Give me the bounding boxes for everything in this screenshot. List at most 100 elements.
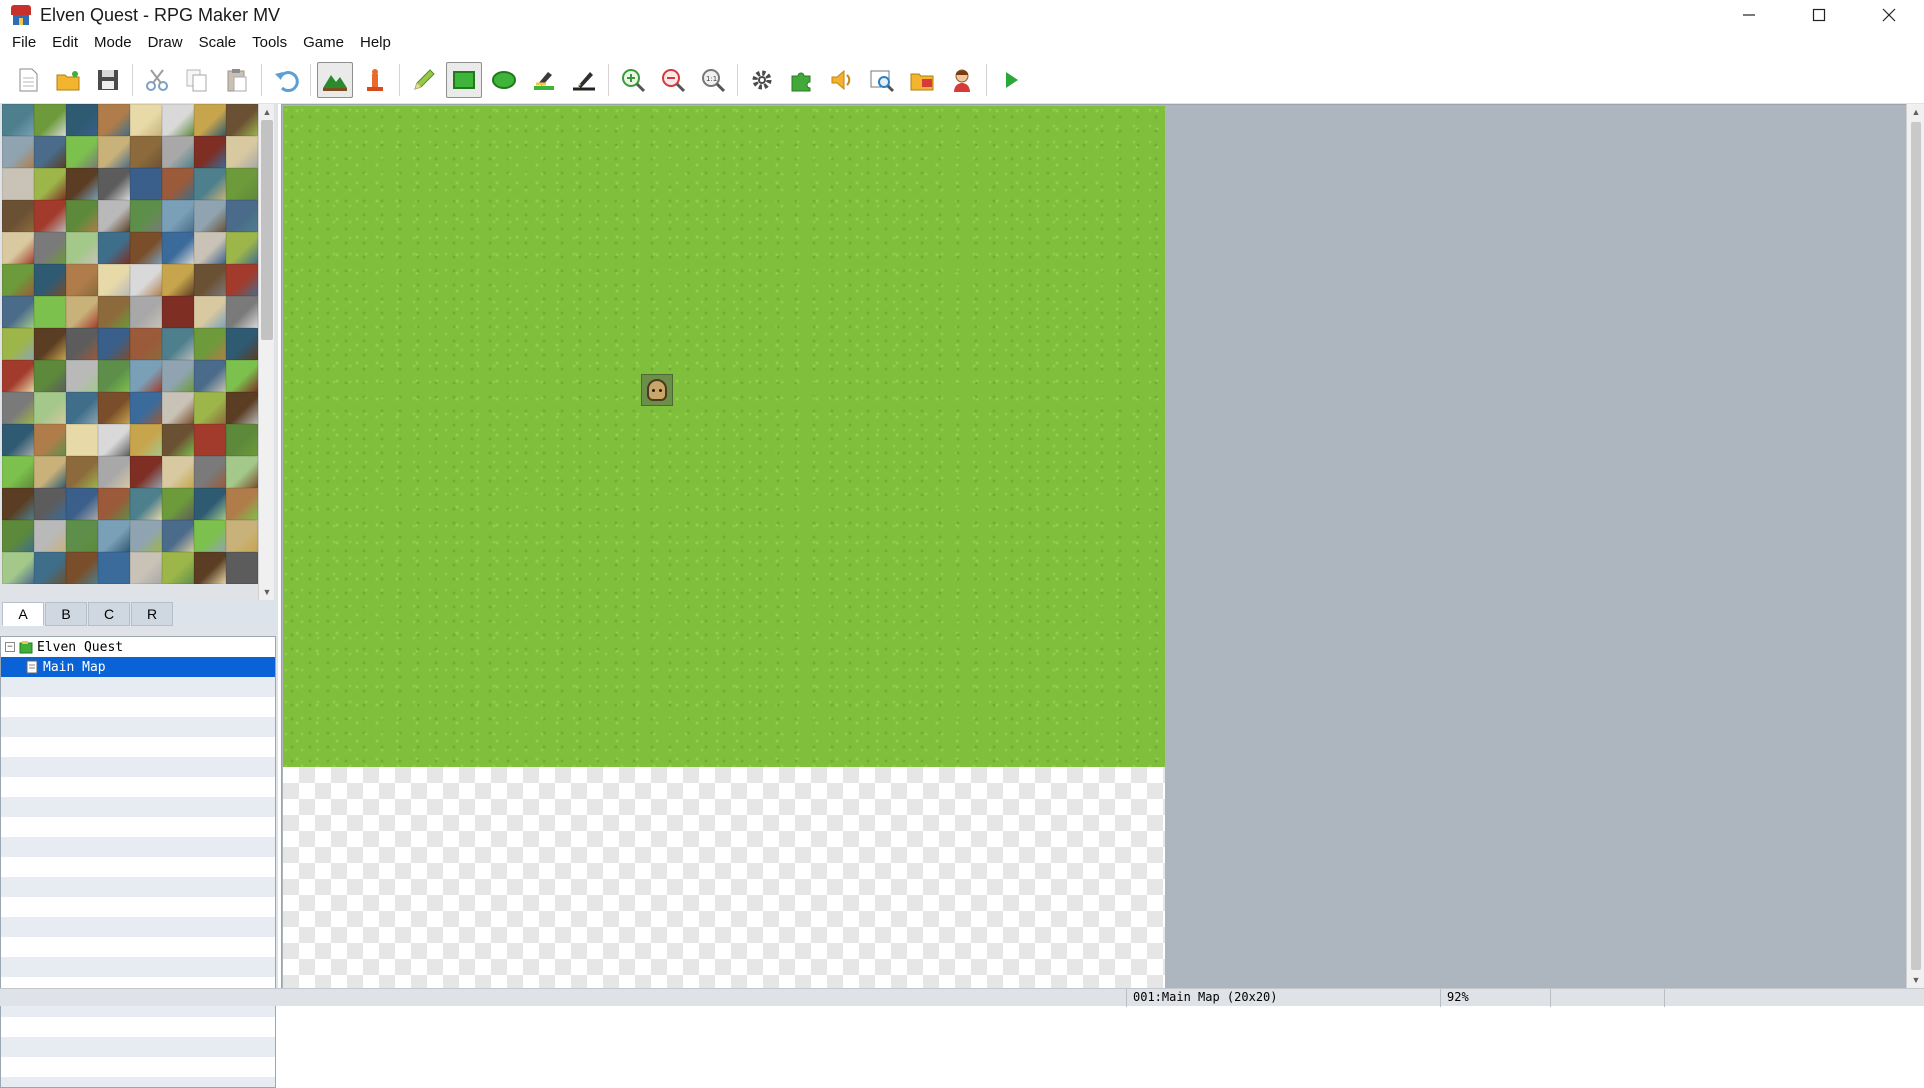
tileset-tile[interactable] — [226, 328, 258, 360]
tileset-tile[interactable] — [34, 232, 66, 264]
menu-scale[interactable]: Scale — [191, 30, 245, 56]
tileset-tile[interactable] — [34, 360, 66, 392]
tab-r[interactable]: R — [131, 602, 173, 626]
tileset-tile[interactable] — [98, 296, 130, 328]
tileset-tile[interactable] — [34, 104, 66, 136]
tileset-scrollbar[interactable]: ▲ ▼ — [258, 104, 274, 600]
tileset-tile[interactable] — [226, 552, 258, 584]
tileset-tile[interactable] — [226, 456, 258, 488]
new-project-button[interactable] — [10, 62, 46, 98]
tileset-tile[interactable] — [194, 520, 226, 552]
tileset-tile[interactable] — [194, 456, 226, 488]
tileset-tile[interactable] — [194, 552, 226, 584]
copy-button[interactable] — [179, 62, 215, 98]
tileset-tile[interactable] — [2, 552, 34, 584]
tileset-tile[interactable] — [130, 520, 162, 552]
tileset-tile[interactable] — [2, 328, 34, 360]
rectangle-button[interactable] — [446, 61, 482, 98]
tileset-tile[interactable] — [34, 200, 66, 232]
tileset-tile[interactable] — [34, 168, 66, 200]
player-start-event[interactable] — [641, 374, 673, 406]
menu-mode[interactable]: Mode — [86, 30, 140, 56]
tileset-tile[interactable] — [194, 488, 226, 520]
tileset-tile[interactable] — [194, 328, 226, 360]
tileset-tile[interactable] — [194, 360, 226, 392]
map-grass-area[interactable] — [283, 106, 1165, 767]
tileset-tile[interactable] — [194, 424, 226, 456]
cut-button[interactable] — [139, 62, 175, 98]
tileset-tile[interactable] — [66, 456, 98, 488]
tileset-tile[interactable] — [34, 264, 66, 296]
tileset-tile[interactable] — [130, 104, 162, 136]
tileset-tile[interactable] — [66, 232, 98, 264]
tab-b[interactable]: B — [45, 602, 87, 626]
tileset-scroll-thumb[interactable] — [261, 120, 273, 340]
tileset-tile[interactable] — [66, 488, 98, 520]
map-canvas[interactable] — [281, 104, 1906, 989]
resource-manager-button[interactable] — [904, 62, 940, 98]
tileset-tile[interactable] — [66, 552, 98, 584]
tileset-tile[interactable] — [2, 520, 34, 552]
tileset-tile[interactable] — [34, 520, 66, 552]
tileset-tile[interactable] — [226, 168, 258, 200]
menu-help[interactable]: Help — [352, 30, 399, 56]
tileset-tile[interactable] — [162, 232, 194, 264]
tileset-tile[interactable] — [2, 168, 34, 200]
tileset-tile[interactable] — [130, 264, 162, 296]
tileset-tile[interactable] — [98, 424, 130, 456]
tileset-tile[interactable] — [194, 168, 226, 200]
tileset-tile[interactable] — [2, 488, 34, 520]
tileset-tile[interactable] — [66, 360, 98, 392]
tileset-tile[interactable] — [226, 136, 258, 168]
tileset-tile[interactable] — [226, 200, 258, 232]
tileset-tile[interactable] — [34, 424, 66, 456]
tileset-tile[interactable] — [226, 488, 258, 520]
tileset-tile[interactable] — [34, 136, 66, 168]
map-mode-button[interactable] — [317, 61, 353, 98]
menu-game[interactable]: Game — [295, 30, 352, 56]
tileset-tile[interactable] — [226, 520, 258, 552]
tileset-tile[interactable] — [162, 168, 194, 200]
event-searcher-button[interactable] — [864, 62, 900, 98]
tileset-tile[interactable] — [226, 296, 258, 328]
tileset-tile[interactable] — [34, 392, 66, 424]
tileset-tile[interactable] — [130, 488, 162, 520]
tileset-tile[interactable] — [98, 136, 130, 168]
sound-test-button[interactable] — [824, 62, 860, 98]
tileset-tile[interactable] — [66, 328, 98, 360]
actual-size-button[interactable]: 1:1 — [695, 62, 731, 98]
tileset-tile[interactable] — [194, 264, 226, 296]
tileset-tile[interactable] — [34, 296, 66, 328]
undo-button[interactable] — [268, 62, 304, 98]
flood-fill-button[interactable] — [526, 62, 562, 98]
tileset-tile[interactable] — [98, 168, 130, 200]
tileset-tile[interactable] — [34, 488, 66, 520]
tileset-tile[interactable] — [2, 360, 34, 392]
tileset-tile[interactable] — [162, 456, 194, 488]
tileset-tile[interactable] — [66, 424, 98, 456]
tileset-tile[interactable] — [194, 392, 226, 424]
tileset-tile[interactable] — [66, 296, 98, 328]
tileset-tile[interactable] — [98, 264, 130, 296]
tileset-tile[interactable] — [66, 136, 98, 168]
database-button[interactable] — [744, 62, 780, 98]
tileset-tile[interactable] — [130, 392, 162, 424]
zoom-out-button[interactable] — [655, 62, 691, 98]
tileset-tile[interactable] — [2, 456, 34, 488]
tileset-tile[interactable] — [130, 456, 162, 488]
tileset-tile[interactable] — [34, 552, 66, 584]
map-scroll-thumb[interactable] — [1911, 122, 1921, 970]
tileset-tile[interactable] — [98, 104, 130, 136]
map-vertical-scrollbar[interactable]: ▲ ▼ — [1906, 104, 1924, 988]
tileset-tile[interactable] — [162, 264, 194, 296]
ellipse-button[interactable] — [486, 62, 522, 98]
tileset-tile[interactable] — [226, 264, 258, 296]
tab-c[interactable]: C — [88, 602, 130, 626]
tree-project-node[interactable]: − Elven Quest — [5, 637, 123, 657]
menu-tools[interactable]: Tools — [244, 30, 295, 56]
tileset-tile[interactable] — [162, 136, 194, 168]
tileset-tile[interactable] — [226, 232, 258, 264]
tileset-tile[interactable] — [2, 104, 34, 136]
tileset-tile[interactable] — [194, 136, 226, 168]
tileset-tile[interactable] — [162, 360, 194, 392]
